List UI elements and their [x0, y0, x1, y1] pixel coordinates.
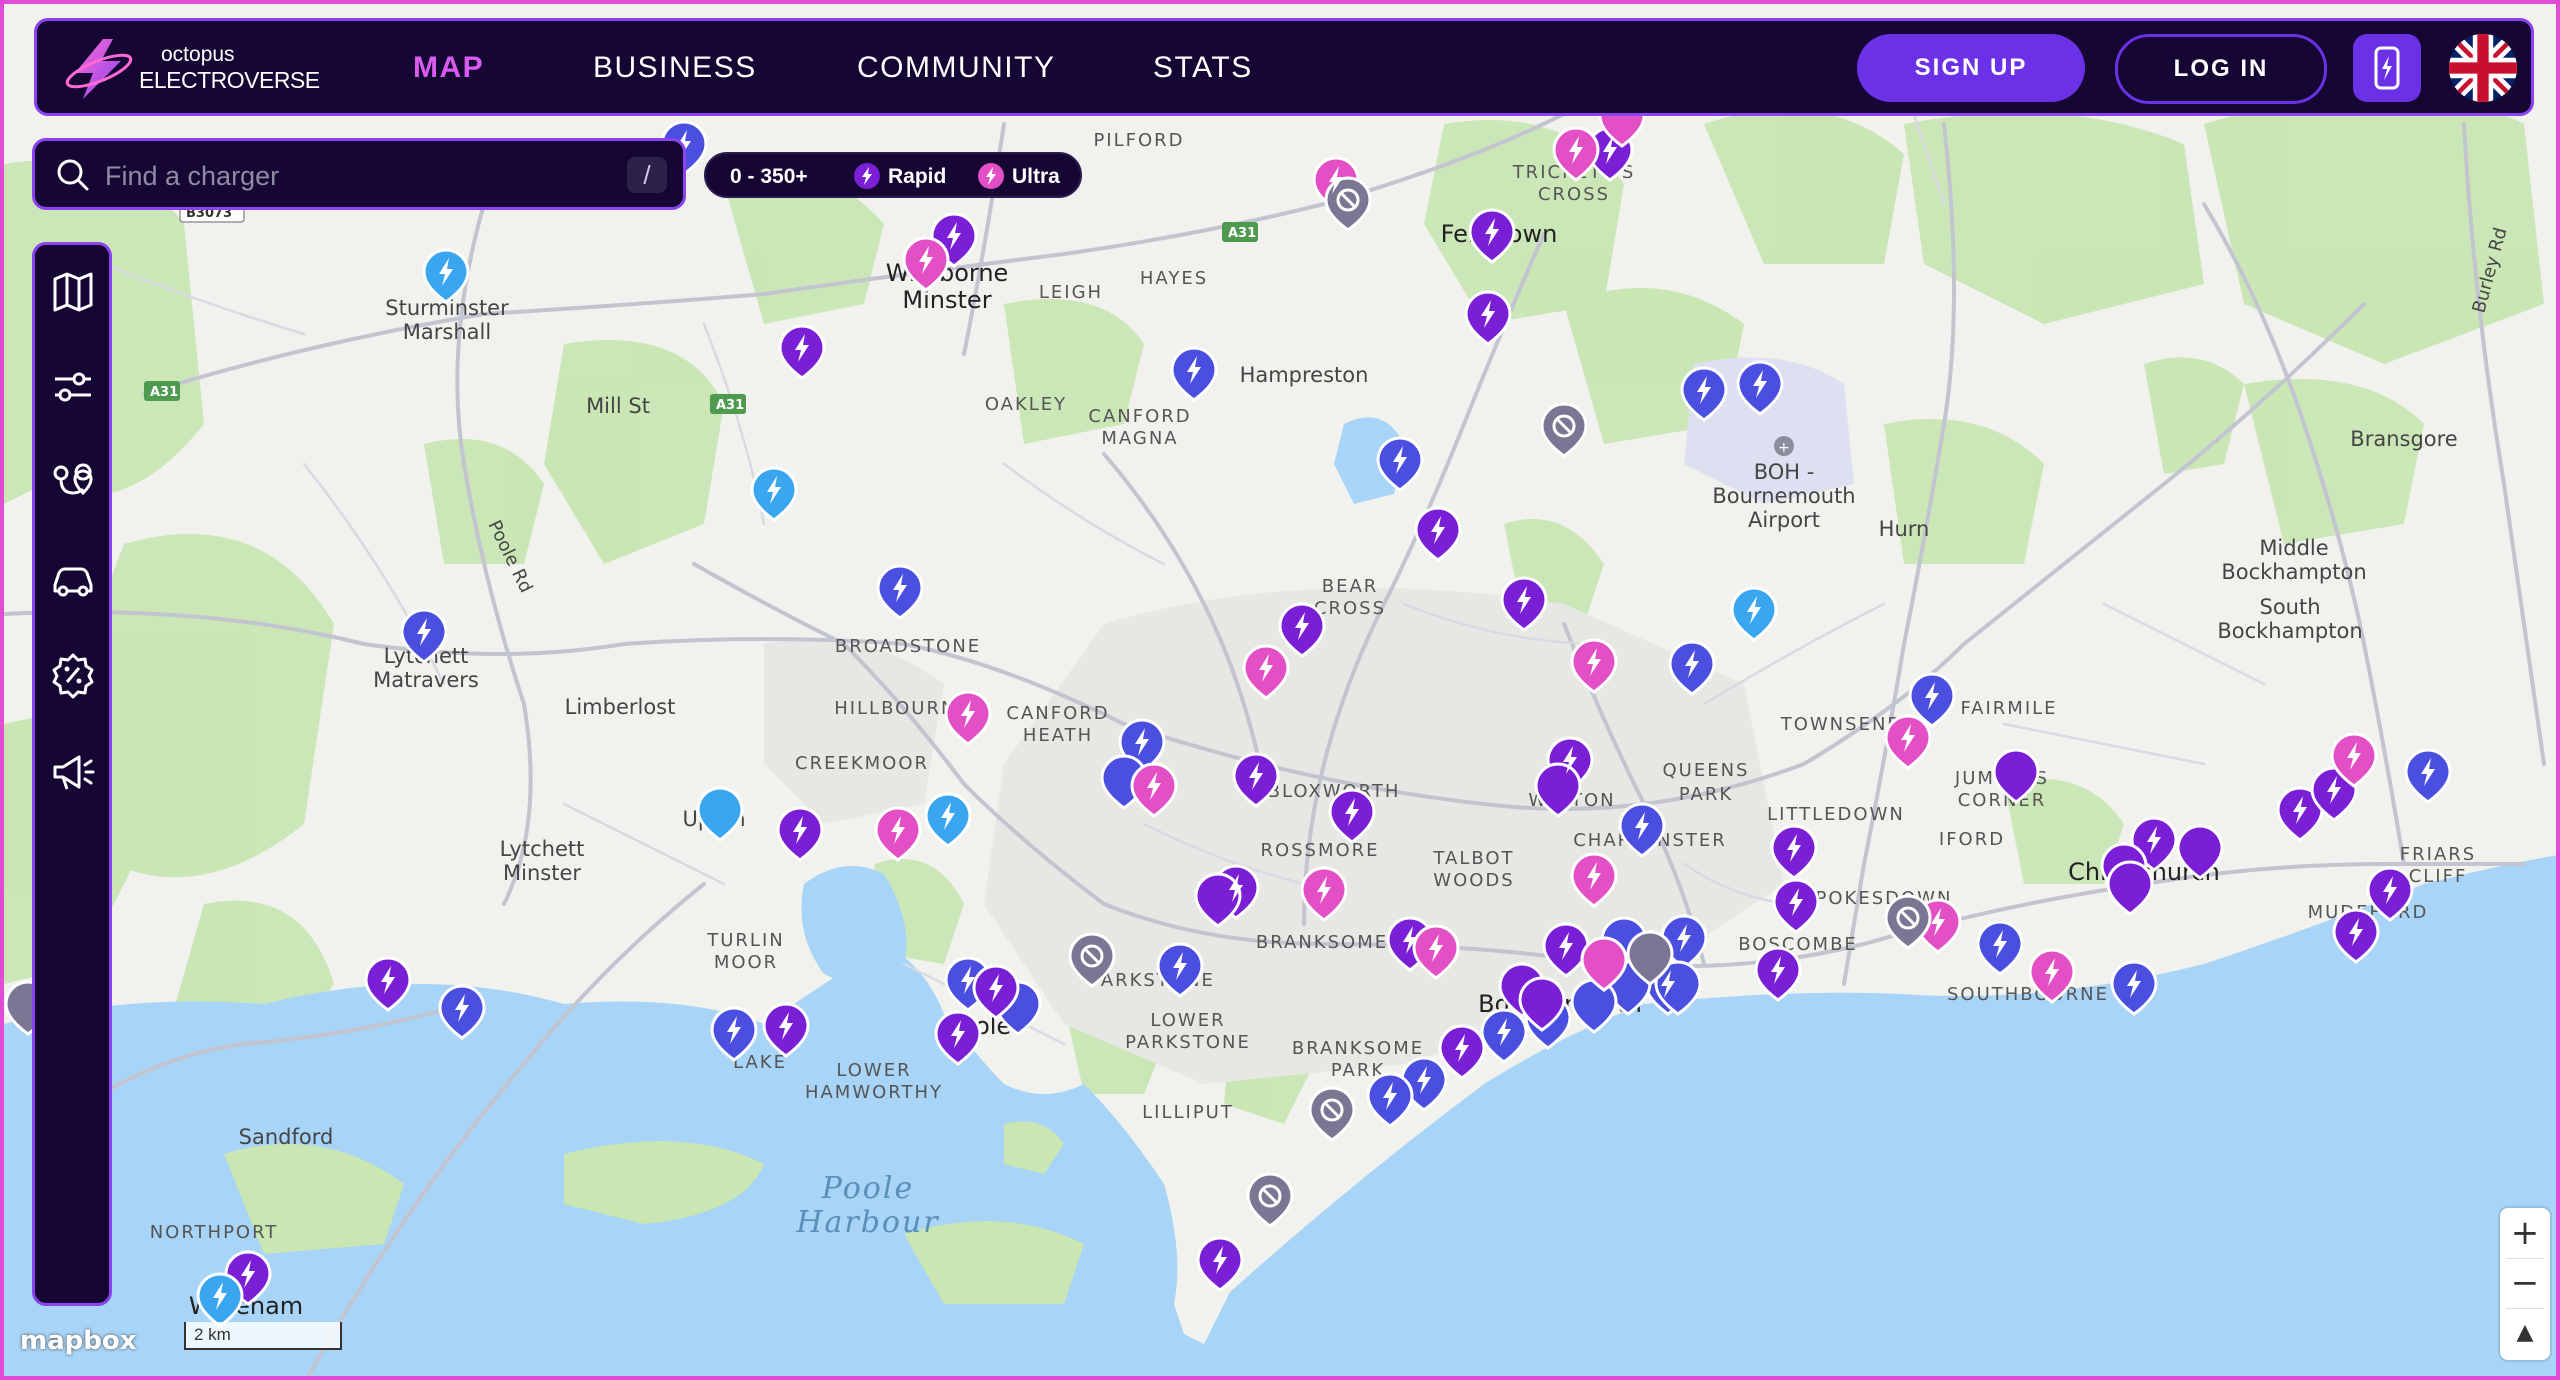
svg-text:Bockhampton: Bockhampton: [2221, 560, 2366, 584]
svg-text:LEIGH: LEIGH: [1039, 282, 1103, 303]
svg-text:CANFORD: CANFORD: [1006, 703, 1109, 724]
svg-text:BRANKSOME: BRANKSOME: [1256, 932, 1388, 953]
route-planner-icon[interactable]: [49, 459, 97, 507]
svg-text:LILLIPUT: LILLIPUT: [1142, 1102, 1234, 1123]
svg-text:CLIFF: CLIFF: [2409, 866, 2468, 887]
svg-text:BEAR: BEAR: [1322, 576, 1379, 597]
search-input[interactable]: [103, 153, 607, 199]
svg-text:Harbour: Harbour: [795, 1205, 939, 1240]
nav-stats[interactable]: STATS: [1153, 51, 1253, 85]
svg-text:SOUTHBOURNE: SOUTHBOURNE: [1947, 984, 2109, 1005]
car-icon[interactable]: [49, 555, 97, 603]
svg-text:OAKLEY: OAKLEY: [985, 394, 1067, 415]
svg-text:Minster: Minster: [503, 861, 581, 885]
logo-text-octopus: octopus: [161, 43, 235, 66]
mapbox-logo[interactable]: mapbox: [20, 1326, 137, 1356]
svg-text:PARK: PARK: [1679, 784, 1733, 805]
svg-text:Bournemouth: Bournemouth: [1712, 484, 1855, 508]
svg-text:Sandford: Sandford: [239, 1125, 334, 1149]
search-icon: [57, 159, 89, 191]
svg-text:MOOR: MOOR: [714, 952, 778, 973]
sliders-icon[interactable]: [49, 363, 97, 411]
top-navigation: octopus ELECTROVERSE MAP BUSINESS COMMUN…: [34, 18, 2534, 116]
svg-text:Marshall: Marshall: [403, 320, 491, 344]
svg-text:CROSS: CROSS: [1314, 598, 1386, 619]
compass-icon[interactable]: ▲: [2500, 1308, 2550, 1358]
nav-business[interactable]: BUSINESS: [593, 51, 757, 85]
svg-text:WOODS: WOODS: [1433, 870, 1514, 891]
svg-text:Hurn: Hurn: [1879, 517, 1930, 541]
svg-text:FAIRMILE: FAIRMILE: [1960, 698, 2057, 719]
svg-text:BOSCOMBE: BOSCOMBE: [1738, 934, 1858, 955]
svg-text:CORNER: CORNER: [1958, 790, 2047, 811]
svg-text:TURLIN: TURLIN: [706, 930, 784, 951]
nav-community[interactable]: COMMUNITY: [857, 51, 1055, 85]
svg-text:QUEENS: QUEENS: [1663, 760, 1750, 781]
zoom-controls: + − ▲: [2500, 1208, 2550, 1360]
svg-text:Mill St: Mill St: [586, 394, 650, 418]
power-filter-pill[interactable]: 0 - 350+ Rapid Ultra: [704, 152, 1082, 198]
svg-text:BROADSTONE: BROADSTONE: [835, 636, 981, 657]
svg-text:HEATH: HEATH: [1023, 725, 1093, 746]
logo-text-electroverse: ELECTROVERSE: [139, 67, 320, 93]
svg-text:HAYES: HAYES: [1140, 268, 1208, 289]
svg-text:LOWER: LOWER: [836, 1060, 911, 1081]
rapid-label: Rapid: [888, 165, 947, 188]
megaphone-icon[interactable]: [49, 747, 97, 795]
svg-text:South: South: [2259, 595, 2320, 619]
sign-up-button[interactable]: SIGN UP: [1857, 34, 2085, 102]
svg-text:+: +: [1778, 440, 1790, 456]
svg-text:TALBOT: TALBOT: [1432, 848, 1514, 869]
svg-text:Limberlost: Limberlost: [565, 695, 676, 719]
search-shortcut-key: /: [627, 157, 667, 193]
charge-card-icon: [2374, 46, 2400, 90]
nav-map[interactable]: MAP: [413, 51, 484, 85]
scale-bar: 2 km: [184, 1322, 342, 1350]
left-sidebar: [32, 242, 112, 1306]
zoom-in-button[interactable]: +: [2500, 1208, 2550, 1258]
search-bar: /: [32, 138, 686, 210]
power-range: 0 - 350+: [730, 165, 808, 188]
svg-text:Poole: Poole: [821, 1171, 914, 1206]
svg-text:BRANKSOME: BRANKSOME: [1292, 1038, 1424, 1059]
svg-text:LITTLEDOWN: LITTLEDOWN: [1767, 804, 1905, 825]
svg-text:Bockhampton: Bockhampton: [2217, 619, 2362, 643]
svg-text:NORTHPORT: NORTHPORT: [150, 1222, 279, 1243]
svg-text:BOH -: BOH -: [1754, 460, 1815, 484]
svg-text:CREEKMOOR: CREEKMOOR: [795, 753, 929, 774]
svg-text:A31: A31: [1228, 226, 1256, 241]
svg-text:HAMWORTHY: HAMWORTHY: [805, 1082, 943, 1103]
svg-text:IFORD: IFORD: [1939, 829, 2005, 850]
svg-text:Bransgore: Bransgore: [2350, 427, 2457, 451]
svg-text:A31: A31: [150, 385, 178, 400]
svg-text:PARKSTONE: PARKSTONE: [1125, 1032, 1251, 1053]
lightning-logo-icon: [65, 39, 133, 99]
svg-text:MAGNA: MAGNA: [1101, 428, 1178, 449]
electroverse-logo[interactable]: octopus ELECTROVERSE: [63, 37, 320, 101]
svg-text:Matravers: Matravers: [373, 668, 479, 692]
svg-text:TOWNSEND: TOWNSEND: [1780, 714, 1904, 735]
log-in-button[interactable]: LOG IN: [2115, 34, 2327, 104]
ultra-bolt-icon: [978, 163, 1004, 189]
map-canvas[interactable]: A31 A31 A31 B3073 SturminsterMarshall Ly…: [4, 4, 2560, 1380]
svg-text:CANFORD: CANFORD: [1088, 406, 1191, 427]
svg-text:Airport: Airport: [1748, 508, 1820, 532]
svg-text:Hampreston: Hampreston: [1240, 363, 1369, 387]
map-icon[interactable]: [49, 267, 97, 315]
uk-flag-icon[interactable]: [2449, 34, 2517, 102]
svg-text:A31: A31: [716, 398, 744, 413]
svg-text:LOWER: LOWER: [1150, 1010, 1225, 1031]
svg-text:FRIARS: FRIARS: [2400, 844, 2476, 865]
rapid-bolt-icon: [854, 163, 880, 189]
zoom-out-button[interactable]: −: [2500, 1258, 2550, 1308]
svg-text:Lytchett: Lytchett: [500, 837, 585, 861]
svg-text:ROSSMORE: ROSSMORE: [1260, 840, 1379, 861]
svg-text:Minster: Minster: [902, 286, 991, 314]
svg-text:Middle: Middle: [2259, 536, 2328, 560]
ultra-label: Ultra: [1012, 165, 1060, 188]
charge-card-button[interactable]: [2353, 34, 2421, 102]
svg-text:PILFORD: PILFORD: [1093, 130, 1184, 151]
badge-percent-icon[interactable]: [49, 651, 97, 699]
svg-text:CROSS: CROSS: [1538, 184, 1610, 205]
